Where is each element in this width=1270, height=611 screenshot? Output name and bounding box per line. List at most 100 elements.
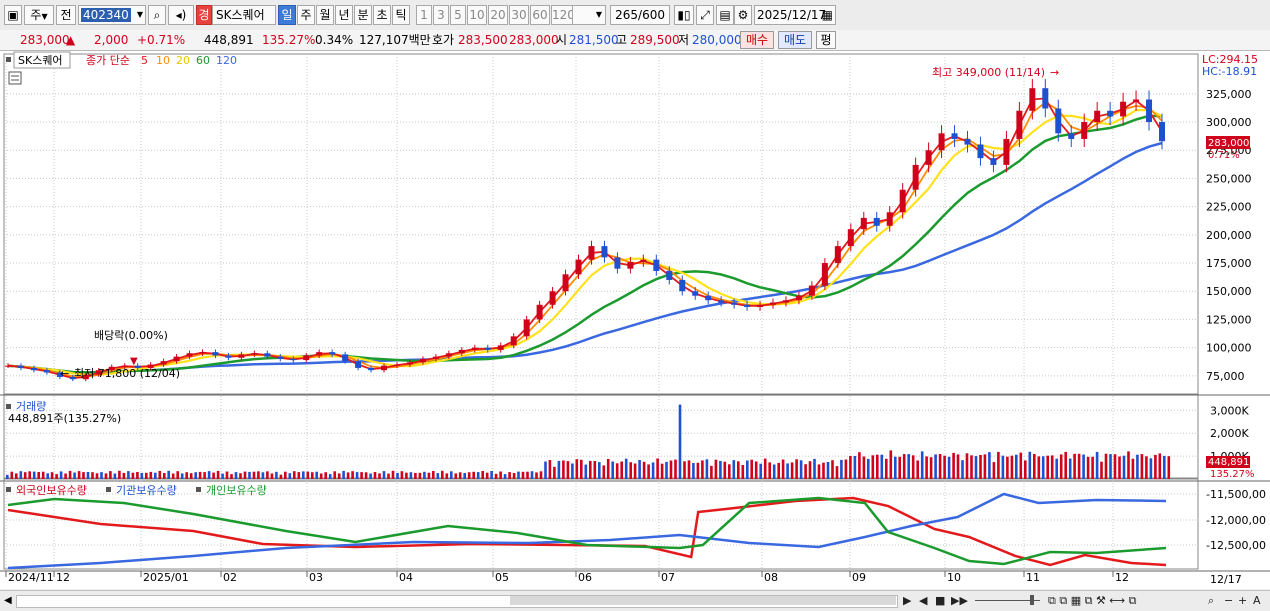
candle (847, 229, 854, 247)
candle (718, 300, 725, 303)
code-value: 402340 (81, 8, 131, 22)
volume-bar (1055, 458, 1058, 479)
volume-bar (176, 471, 179, 479)
magnifier-icon[interactable]: ⌕ (1208, 593, 1214, 608)
minute-option-3[interactable]: 3 (433, 5, 449, 25)
candle (368, 367, 375, 371)
current-price: 283,000 (20, 33, 70, 47)
candle (264, 353, 271, 357)
volume-bar (490, 471, 493, 479)
minute-option-30[interactable]: 30 (509, 5, 529, 25)
scroll-left-icon[interactable]: ◀ (4, 594, 14, 607)
draw-tool-icon[interactable]: ⤢ (696, 5, 714, 25)
volume-bar (382, 471, 386, 479)
zoom-out-button[interactable]: − (1224, 593, 1233, 608)
chevron-down-icon: ▼ (41, 12, 48, 21)
prev-button[interactable]: 전 (56, 5, 76, 25)
candle-icon[interactable]: ▮▯ (674, 5, 694, 25)
buy-button[interactable]: 매수 (740, 31, 774, 49)
volume-bar (423, 471, 426, 479)
gear-icon[interactable]: ⚙ (734, 5, 752, 25)
zoom-slider-handle[interactable] (1030, 595, 1034, 605)
volume-bar (1019, 452, 1023, 479)
sell-button[interactable]: 매도 (778, 31, 812, 49)
period-tab-2[interactable]: 월 (316, 5, 334, 25)
volume-info: 448,891주(135.27%) (8, 412, 121, 425)
minute-option-60[interactable]: 60 (530, 5, 550, 25)
save-icon[interactable]: ▤ (716, 5, 734, 25)
volume-bar (916, 460, 919, 479)
y-tick-label: 100,000 (1206, 342, 1252, 355)
tool-icons[interactable]: ⧉ ⧉ ▦ ⧉ ⚒ ⟷ ⧉ (1048, 593, 1136, 608)
volume-bar (983, 454, 987, 479)
volume-bar (535, 472, 538, 479)
candle (329, 352, 336, 355)
period-tab-6[interactable]: 틱 (392, 5, 410, 25)
volume-bar (311, 472, 314, 479)
volume-bar (476, 472, 480, 479)
minute-option-1[interactable]: 1 (416, 5, 432, 25)
volume-bar (615, 463, 619, 479)
volume-bar (880, 454, 884, 479)
x-tick-label: 06 (578, 571, 592, 584)
volume-bar (808, 461, 812, 479)
fast-forward-button[interactable]: ▶▶ (951, 593, 968, 608)
volume-bar (885, 458, 888, 479)
period-tab-4[interactable]: 분 (354, 5, 372, 25)
speaker-icon[interactable]: ◂) (168, 5, 194, 25)
eval-button[interactable]: 평 (816, 31, 836, 49)
volume-bar (1100, 461, 1103, 479)
volume-bar (589, 460, 592, 479)
code-input[interactable]: 402340 ▼ (78, 5, 146, 25)
back-button[interactable]: ◀ (919, 593, 927, 608)
volume-bar (445, 473, 449, 479)
volume-bar (1158, 453, 1162, 479)
volume-bar (337, 473, 341, 479)
volume-bar (1082, 454, 1085, 479)
minute-option-10[interactable]: 10 (467, 5, 487, 25)
period-tab-0[interactable]: 일 (278, 5, 296, 25)
volume-bar (907, 454, 910, 479)
play-button[interactable]: ▶ (903, 593, 911, 608)
minute-option-20[interactable]: 20 (488, 5, 508, 25)
date-input[interactable]: 2025/12/17 ▦ (754, 5, 836, 25)
search-icon[interactable]: ⌕ (148, 5, 166, 25)
minute-option-120[interactable]: 120 (551, 5, 573, 25)
volume-bar (638, 460, 641, 479)
period-tab-1[interactable]: 주 (297, 5, 315, 25)
holdings-legend-marker (196, 487, 201, 492)
volume-bar (221, 473, 224, 479)
volume-bar (1028, 451, 1032, 479)
hoga-label: 호가 (432, 33, 455, 47)
stock-chart[interactable]: 2024/11 12 2025/01 02 03 04 05 06 07 08 09 10 11 1232… (0, 51, 1270, 589)
volume-bar (746, 460, 749, 479)
count-input[interactable]: 265/600 (610, 5, 670, 25)
volume-bar (387, 473, 390, 479)
stop-button[interactable]: ■ (935, 593, 945, 608)
volume-bar (136, 472, 139, 479)
candle (5, 365, 11, 367)
volume-bar (575, 459, 579, 479)
window-menu-icon[interactable]: ▣ (4, 5, 22, 25)
candle (951, 133, 958, 139)
volume-bar (55, 474, 58, 479)
period-tab-5[interactable]: 초 (373, 5, 391, 25)
type-select[interactable]: 주▼ (24, 5, 54, 25)
candle (977, 144, 984, 159)
zoom-in-button[interactable]: + (1238, 593, 1247, 608)
minute-option-5[interactable]: 5 (450, 5, 466, 25)
scrollbar-thumb[interactable] (510, 596, 896, 605)
volume-bar (965, 453, 969, 479)
volume-pct-tag: 135.27% (1210, 469, 1255, 480)
font-size-button[interactable]: A (1253, 593, 1261, 608)
volume-bar (678, 404, 682, 479)
candle (757, 304, 764, 308)
volume-bar (163, 473, 166, 479)
volume-bar (539, 471, 543, 479)
volume-bar (234, 472, 238, 479)
table-toggle-icon[interactable] (8, 71, 22, 85)
candle (834, 246, 841, 264)
period-tab-3[interactable]: 년 (335, 5, 353, 25)
minute-input[interactable]: ▼ (570, 5, 606, 25)
volume-bar (611, 461, 614, 479)
